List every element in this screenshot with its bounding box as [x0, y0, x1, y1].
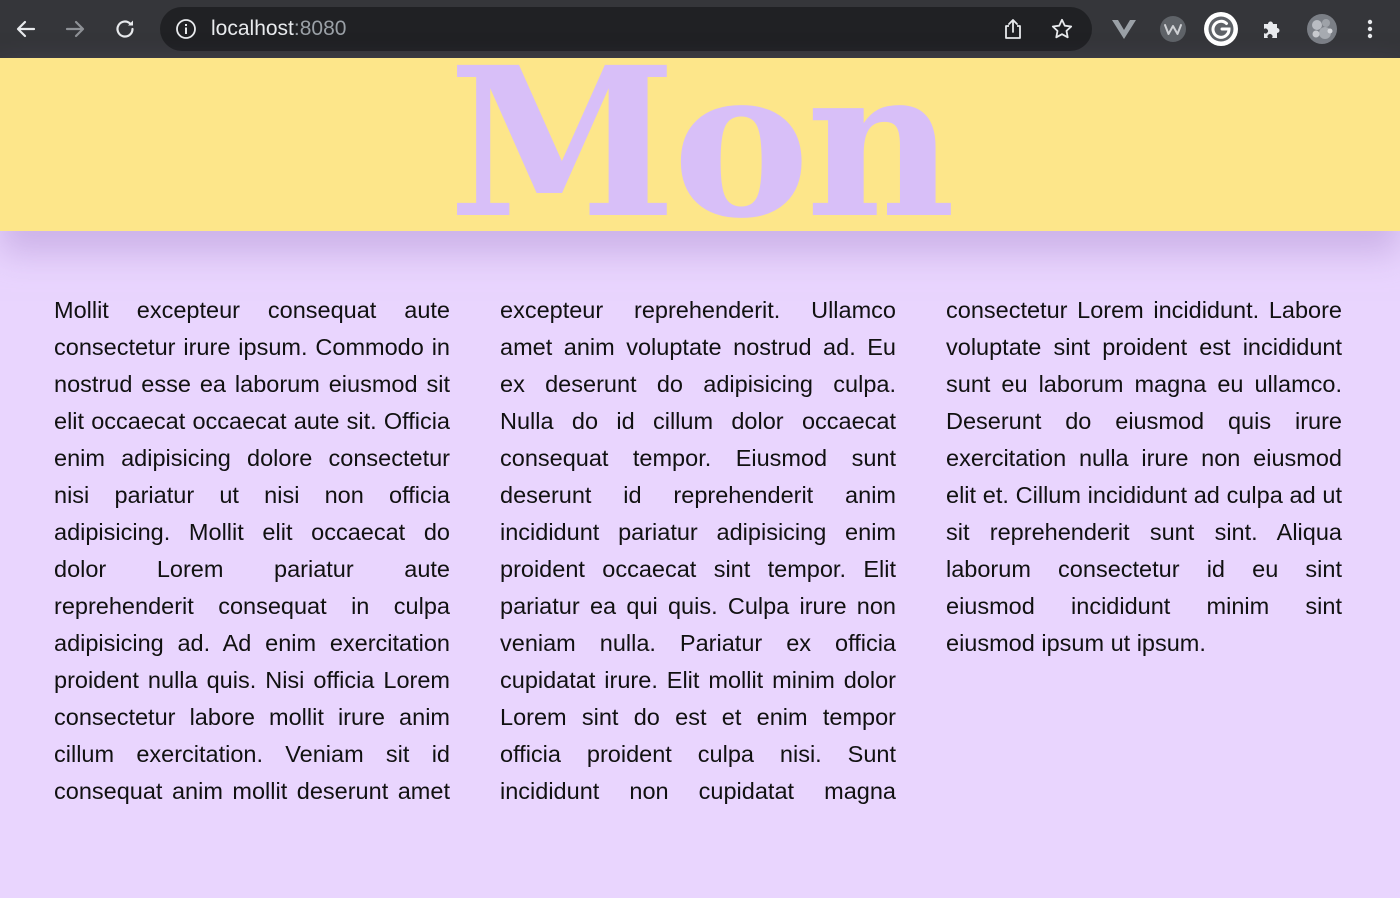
share-icon[interactable] [1000, 16, 1026, 42]
extensions-puzzle-icon[interactable] [1254, 11, 1290, 47]
back-button[interactable] [10, 13, 42, 45]
arrow-right-icon [65, 20, 85, 38]
forward-button[interactable] [59, 13, 91, 45]
url-host: localhost [211, 17, 294, 40]
vue-devtools-icon[interactable] [1106, 11, 1142, 47]
reload-button[interactable] [109, 13, 141, 45]
url-text[interactable]: localhost:8080 [211, 17, 346, 41]
profile-avatar[interactable] [1304, 11, 1340, 47]
info-icon[interactable] [174, 17, 198, 41]
article-body: Mollit excepteur consequat aute consecte… [54, 292, 1342, 812]
grammarly-icon[interactable] [1203, 11, 1239, 47]
address-bar[interactable]: localhost:8080 [160, 7, 1092, 51]
page-header: Mon [0, 58, 1400, 231]
url-port: :8080 [293, 17, 347, 40]
browser-toolbar: localhost:8080 [0, 0, 1400, 58]
reload-icon [116, 20, 134, 38]
w-extension-icon[interactable] [1155, 11, 1191, 47]
arrow-left-icon [16, 20, 36, 38]
bookmark-star-icon[interactable] [1049, 16, 1075, 42]
more-menu-icon[interactable] [1352, 11, 1388, 47]
body-paragraph: Mollit excepteur consequat aute consecte… [54, 297, 1342, 804]
page-title: Mon [448, 58, 955, 231]
